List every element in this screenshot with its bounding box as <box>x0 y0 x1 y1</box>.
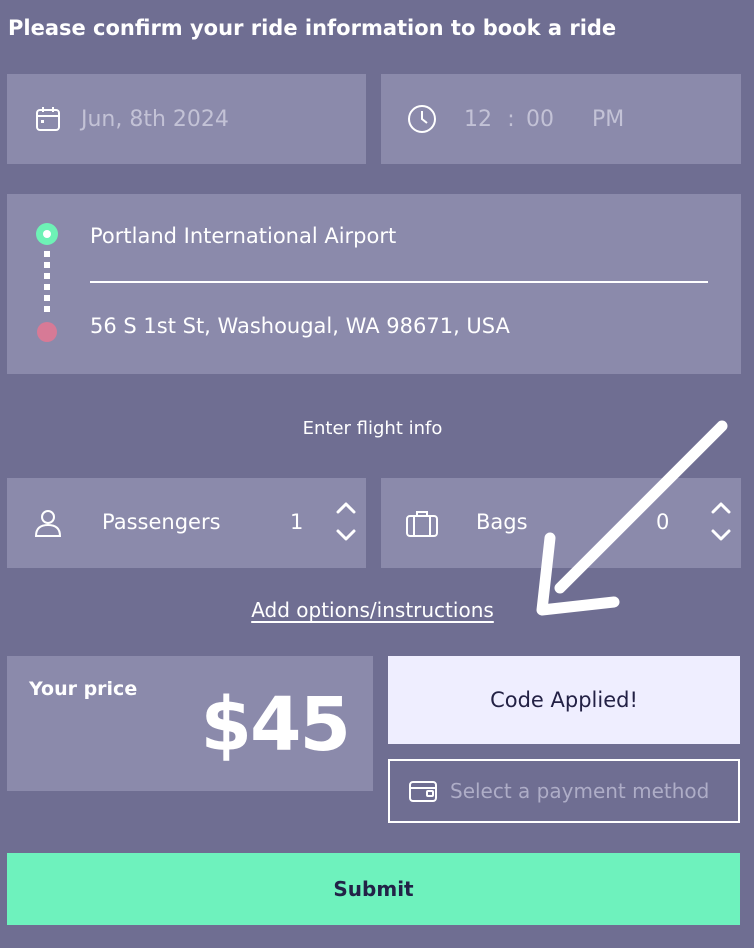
user-icon <box>32 507 64 539</box>
time-minute[interactable]: 00 <box>526 107 576 132</box>
passengers-stepper[interactable] <box>332 500 360 546</box>
destination-marker-icon <box>37 322 57 342</box>
chevron-up-icon[interactable] <box>335 500 357 519</box>
time-separator: : <box>507 106 515 132</box>
payment-method-select[interactable]: Select a payment method <box>388 759 740 823</box>
destination-address[interactable]: 56 S 1st St, Washougal, WA 98671, USA <box>90 314 510 338</box>
price-card: Your price $45 <box>7 656 373 791</box>
passengers-field: Passengers 1 <box>7 478 366 568</box>
date-value: Jun, 8th 2024 <box>81 106 229 132</box>
route-card: Portland International Airport 56 S 1st … <box>7 194 741 374</box>
submit-button[interactable]: Submit <box>7 853 740 925</box>
promo-code-button[interactable]: Code Applied! <box>388 656 740 744</box>
origin-marker-icon <box>36 223 58 245</box>
calendar-icon <box>34 105 62 133</box>
date-field[interactable]: Jun, 8th 2024 <box>7 74 366 164</box>
chevron-down-icon[interactable] <box>335 527 357 546</box>
time-ampm[interactable]: PM <box>592 107 624 132</box>
origin-address[interactable]: Portland International Airport <box>90 224 396 248</box>
route-connector <box>44 251 50 313</box>
arrow-annotation <box>536 420 728 616</box>
time-hour[interactable]: 12 <box>464 107 496 132</box>
time-field[interactable]: 12 : 00 PM <box>381 74 741 164</box>
wallet-icon <box>408 778 438 804</box>
price-value: $45 <box>200 682 351 768</box>
price-label: Your price <box>29 678 138 700</box>
luggage-icon <box>405 508 439 540</box>
passengers-count: 1 <box>290 510 304 534</box>
route-divider <box>90 281 708 283</box>
page-title: Please confirm your ride information to … <box>8 16 617 40</box>
passengers-label: Passengers <box>102 510 221 534</box>
payment-placeholder: Select a payment method <box>450 779 710 803</box>
clock-icon <box>406 103 438 135</box>
